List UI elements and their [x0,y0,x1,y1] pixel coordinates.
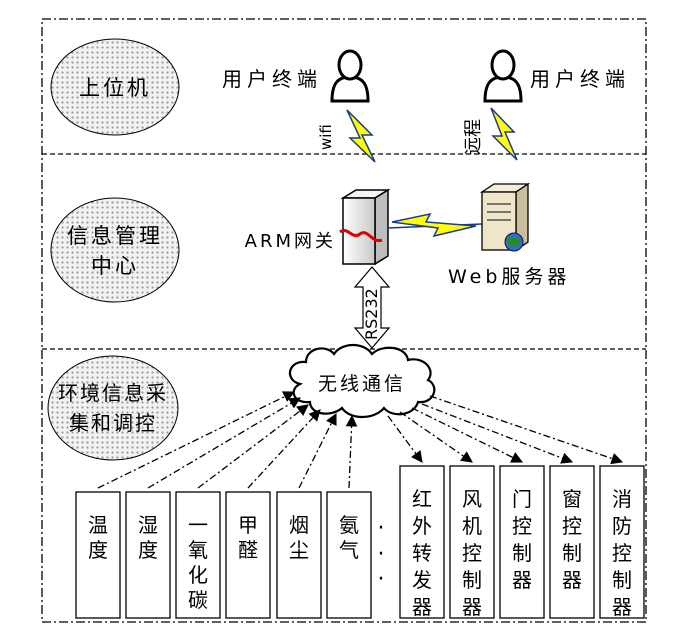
ellipsis-dot: · [378,567,385,592]
system-architecture-diagram: 上位机 信息管理 中心 环境信息采 集和调控 用户终端 用户终端 wifi 远程… [41,18,647,623]
sensor-box-2-char: 化 [188,563,208,587]
sensor-box-3: 甲醛 [225,491,271,619]
controller-box-1-char: 控 [462,541,482,565]
sensor-box-2-char: 氧 [188,538,208,562]
sensor-box-2-char: 碳 [188,588,208,612]
layer-label-upper-text: 上位机 [79,76,151,100]
controller-box-4-char: 器 [612,595,632,619]
wifi-link-label: wifi [317,124,335,150]
ellipsis-dot: · [378,516,385,541]
controller-box-1: 风机控制器 [449,465,495,619]
controller-box-0-char: 发 [412,568,432,592]
controller-box-2-char: 门 [512,487,532,511]
controller-box-3-char: 窗 [562,487,582,511]
controller-box-1-char: 机 [462,514,482,538]
controller-box-4-char: 制 [612,568,632,592]
sensor-arrow-3 [247,409,321,489]
controller-box-3-char: 制 [562,541,582,565]
controller-arrow-2 [411,407,524,463]
sensor-arrow-5 [345,414,358,489]
remote-link-label: 远程 [463,119,484,155]
controller-box-3: 窗控制器 [549,465,595,619]
controller-arrow-3 [421,403,574,464]
ellipsis-dot: · [378,542,385,567]
sensor-arrow-2 [197,404,309,489]
layer-label-management-line1: 信息管理 [67,224,163,248]
user-terminal-left-label: 用户终端 [222,67,322,91]
sensor-box-0: 温度 [75,491,121,619]
controller-box-0-char: 器 [412,595,432,619]
layer-label-management-line2: 中心 [91,254,139,278]
sensor-box-4: 烟尘 [276,491,322,619]
sensor-box-5-char: 气 [339,538,359,562]
sensor-box-0-char: 温 [88,513,108,537]
controller-box-2-char: 制 [512,541,532,565]
layer-label-environment: 环境信息采 集和调控 [47,355,179,461]
user-terminal-right-label: 用户终端 [530,67,630,91]
sensor-box-1-char: 湿 [138,513,158,537]
user-icon [483,49,523,103]
layer-label-management: 信息管理 中心 [50,197,180,303]
controller-arrow-0 [387,415,423,463]
layer-ellipse-management [50,197,180,303]
sensor-box-5-char: 氨 [339,513,359,537]
globe-icon [504,232,524,252]
layer-label-environment-line2: 集和调控 [69,411,157,435]
controller-box-3-char: 器 [562,568,582,592]
sensor-box-1-char: 度 [138,538,158,562]
controller-box-4-char: 消 [612,487,632,511]
lightning-icon [387,212,483,238]
controller-box-4: 消防控制器 [599,465,645,619]
sensor-box-0-char: 度 [88,538,108,562]
controller-box-2: 门控制器 [499,465,545,619]
user-icon [330,49,370,103]
wifi-link-bolt [346,109,376,163]
lightning-icon [346,109,376,163]
controller-box-0-char: 红 [412,487,432,511]
gateway-webserver-link-bolt [391,212,477,238]
user-terminal-right: 用户终端 [483,49,630,103]
layer-label-upper: 上位机 [50,38,180,136]
sensor-box-4-char: 烟 [289,513,309,537]
lightning-icon [490,107,518,161]
remote-link-bolt [490,107,518,161]
layer-ellipse-environment [47,355,179,461]
server-tower-icon [339,188,391,266]
layer-label-environment-line1: 环境信息采 [58,381,168,405]
controller-box-3-char: 控 [562,514,582,538]
controller-box-2-char: 器 [512,568,532,592]
controller-box-1-char: 器 [462,595,482,619]
controller-group: 红外转发器风机控制器门控制器窗控制器消防控制器 [399,465,645,619]
sensor-box-3-char: 甲 [238,513,258,537]
web-server: Web服务器 [448,182,570,288]
controller-box-0-char: 转 [412,541,432,565]
ellipsis: · · · [378,516,385,592]
controller-box-4-char: 防 [612,514,632,538]
controller-box-1-char: 制 [462,568,482,592]
sensor-box-2-char: 一 [188,513,208,537]
sensor-box-3-char: 醛 [238,538,258,562]
controller-box-4-char: 控 [612,541,632,565]
arm-gateway-label: ARM网关 [245,231,336,252]
wireless-label: 无线通信 [318,373,406,395]
rs232-label: RS232 [362,288,381,340]
controller-box-2-char: 控 [512,514,532,538]
controller-box-1-char: 风 [462,487,482,511]
wireless-cloud: 无线通信 [289,343,436,419]
rs232-link: RS232 [353,266,391,349]
controller-box-0-char: 外 [412,514,432,538]
sensor-arrow-4 [298,412,337,489]
sensor-group: 温度湿度一氧化碳甲醛烟尘氨气 [75,491,372,619]
sensor-box-1: 湿度 [125,491,171,619]
user-terminal-left: 用户终端 [222,49,370,103]
arm-gateway: ARM网关 [245,188,391,266]
controller-box-0: 红外转发器 [399,465,445,619]
web-server-label: Web服务器 [448,266,570,288]
sensor-box-5: 氨气 [326,491,372,619]
sensor-box-4-char: 尘 [289,538,309,562]
sensor-box-2: 一氧化碳 [175,491,221,619]
